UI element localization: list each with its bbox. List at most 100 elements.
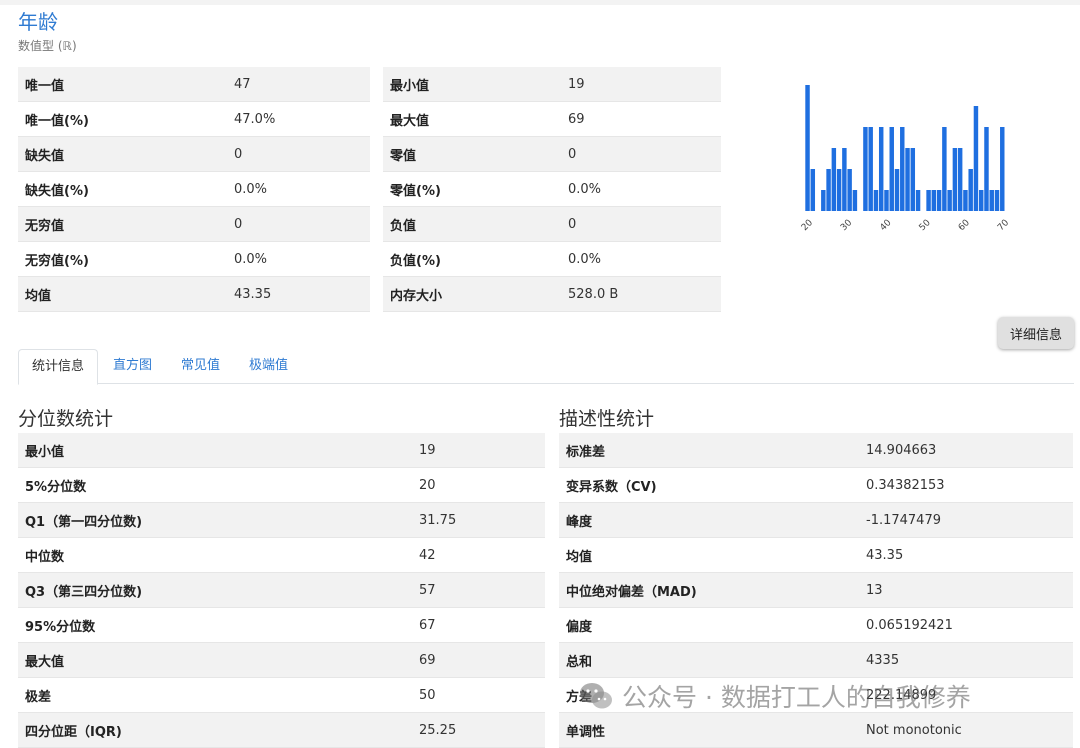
row-label: Q1（第一四分位数) [18,502,412,538]
row-label: 中位绝对偏差（MAD) [559,572,859,608]
row-label: 最大值 [18,642,412,678]
tab-statistics[interactable]: 统计信息 [18,349,99,385]
table-row: 峰度 -1.1747479 [559,502,1073,538]
row-value: Not monotonic [859,712,1073,748]
histogram-bar [831,148,837,211]
row-value: 47.0% [227,101,370,137]
row-label: 均值 [18,276,227,312]
table-row: 唯一值(%) 47.0% [18,101,370,137]
row-value: 0 [227,206,370,242]
row-value: 25.25 [412,712,545,748]
histogram-bar [894,169,900,211]
tab-extreme-values[interactable]: 极端值 [249,349,288,383]
x-tick-label: 50 [918,218,933,233]
quantile-table: 最小值 19 5%分位数 20 Q1（第一四分位数) 31.75 中位数 42 Q3（第三四分位… [18,433,545,748]
row-value: 0 [561,136,721,172]
histogram-bar [905,148,910,211]
descriptive-table: 标准差 14.904663 变异系数（CV) 0.34382153 峰度 -1.17474… [559,433,1073,748]
histogram-bar [836,169,842,211]
row-value: 0 [561,206,721,242]
tab-histogram[interactable]: 直方图 [113,349,152,383]
row-label: 无穷值(%) [18,241,227,277]
row-value: 0.0% [227,171,370,207]
summary-table-left: 唯一值 47 唯一值(%) 47.0% 缺失值 0 缺失值(%) 0.0% 无穷值 0 无穷值(%)… [18,67,370,312]
histogram-bar [810,169,816,211]
histogram-bar [805,85,810,211]
x-tick-label: 30 [839,218,854,233]
histogram-bar [989,190,994,211]
row-value: 0.0% [561,171,721,207]
row-value: 0 [227,136,370,172]
histogram-bar [900,127,905,211]
table-row: 最大值 69 [18,642,545,678]
table-row: 偏度 0.065192421 [559,607,1073,643]
row-label: 四分位距（IQR) [18,712,412,748]
row-label: 内存大小 [383,276,561,312]
table-row: 唯一值 47 [18,67,370,102]
top-bar [0,0,1080,5]
histogram-bar [968,169,973,211]
table-row: 最小值 19 [18,433,545,468]
x-tick-label: 40 [878,218,893,233]
row-label: 95%分位数 [18,607,412,643]
row-value: 528.0 B [561,276,721,312]
table-row: 缺失值(%) 0.0% [18,171,370,207]
row-label: 最小值 [383,67,561,102]
table-row: 负值(%) 0.0% [383,241,721,277]
table-row: 无穷值 0 [18,206,370,242]
row-value: 19 [561,67,721,102]
histogram-bar [952,148,958,211]
table-row: 标准差 14.904663 [559,433,1073,468]
histogram-bar [821,190,826,211]
summary-table-right: 最小值 19 最大值 69 零值 0 零值(%) 0.0% 负值 0 负值(%) 0.0% 内存大小 52… [383,67,721,312]
table-row: Q3（第三四分位数) 57 [18,572,545,608]
row-value: 4335 [859,642,1073,678]
tab-common-values[interactable]: 常见值 [181,349,220,383]
table-row: Q1（第一四分位数) 31.75 [18,502,545,538]
histogram-bar [878,127,884,211]
histogram-bar [863,127,868,211]
histogram-bar [847,169,852,211]
row-value: 0.065192421 [859,607,1073,643]
histogram-bar [994,190,1000,211]
tab-bar: 统计信息 直方图 常见值 极端值 [18,349,1074,385]
row-label: 峰度 [559,502,859,538]
x-tick-label: 20 [800,218,815,233]
histogram-bar [873,190,879,211]
histogram-bar [926,190,931,211]
row-value: 67 [412,607,545,643]
table-row: 四分位距（IQR) 25.25 [18,712,545,748]
x-tick-label: 70 [996,218,1011,233]
row-label: 中位数 [18,537,412,573]
row-value: -1.1747479 [859,502,1073,538]
row-label: 零值 [383,136,561,172]
row-label: 最大值 [383,101,561,137]
table-row: 零值 0 [383,136,721,172]
histogram-bar [915,190,921,211]
details-button[interactable]: 详细信息 [998,317,1074,349]
row-value: 13 [859,572,1073,608]
row-value: 222.14899 [859,677,1073,713]
row-value: 20 [412,467,545,503]
x-tick-label: 60 [957,218,972,233]
table-row: 中位绝对偏差（MAD) 13 [559,572,1073,608]
row-label: 偏度 [559,607,859,643]
histogram-bar [852,190,858,211]
row-label: 缺失值 [18,136,227,172]
row-label: 总和 [559,642,859,678]
table-row: 中位数 42 [18,537,545,573]
histogram-bar [1000,127,1005,211]
row-value: 43.35 [859,537,1073,573]
table-row: 无穷值(%) 0.0% [18,241,370,277]
row-value: 19 [412,433,545,468]
row-value: 69 [561,101,721,137]
table-row: 零值(%) 0.0% [383,171,721,207]
row-label: 唯一值(%) [18,101,227,137]
histogram-bar [963,190,968,211]
table-row: 缺失值 0 [18,136,370,172]
row-value: 31.75 [412,502,545,538]
row-value: 0.34382153 [859,467,1073,503]
row-label: Q3（第三四分位数) [18,572,412,608]
row-label: 极差 [18,677,412,713]
row-label: 标准差 [559,433,859,468]
